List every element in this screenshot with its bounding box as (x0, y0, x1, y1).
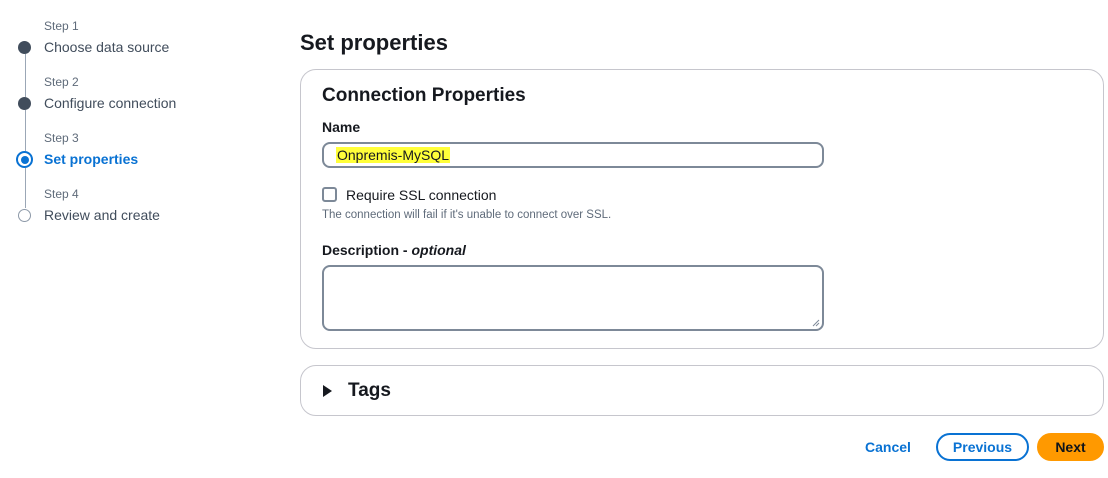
ssl-hint-text: The connection will fail if it's unable … (322, 209, 612, 221)
completed-step-icon (18, 97, 31, 110)
step-connector (24, 54, 26, 97)
wizard-steps-nav: Step 1 Choose data source Step 2 Configu… (0, 0, 260, 240)
step-number-label: Step 2 (44, 75, 79, 89)
completed-step-icon (18, 41, 31, 54)
description-textarea[interactable] (322, 265, 824, 331)
require-ssl-label[interactable]: Require SSL connection (346, 187, 496, 203)
resize-handle-icon[interactable] (812, 319, 820, 327)
tags-panel: Tags (300, 365, 1104, 416)
tags-heading: Tags (348, 380, 391, 401)
page-title: Set properties (300, 30, 448, 55)
step-number-label: Step 1 (44, 19, 79, 33)
cancel-button[interactable]: Cancel (858, 433, 918, 461)
step-number-label: Step 4 (44, 187, 79, 201)
caret-right-icon (323, 385, 332, 397)
connection-properties-panel: Connection Properties Name Onpremis-MySQ… (300, 69, 1104, 349)
require-ssl-checkbox[interactable] (322, 187, 337, 202)
step-title[interactable]: Configure connection (44, 95, 176, 111)
name-input-value: Onpremis-MySQL (336, 147, 451, 163)
optional-marker: optional (411, 242, 466, 258)
name-input[interactable]: Onpremis-MySQL (322, 142, 824, 168)
description-label-text: Description - (322, 242, 412, 258)
step-title[interactable]: Choose data source (44, 39, 169, 55)
step-title-current: Set properties (44, 151, 139, 167)
step-title: Review and create (44, 207, 160, 223)
step-number-label: Step 3 (44, 131, 79, 145)
step-connector (24, 168, 26, 208)
tags-expand-toggle[interactable]: Tags (323, 379, 391, 403)
current-step-icon (16, 151, 33, 168)
upcoming-step-icon (18, 209, 31, 222)
description-field-label: Description - optional (322, 242, 466, 258)
previous-button[interactable]: Previous (936, 433, 1029, 461)
next-button[interactable]: Next (1037, 433, 1104, 461)
name-field-label: Name (322, 119, 361, 135)
panel-heading: Connection Properties (322, 85, 526, 106)
step-connector (24, 110, 26, 151)
